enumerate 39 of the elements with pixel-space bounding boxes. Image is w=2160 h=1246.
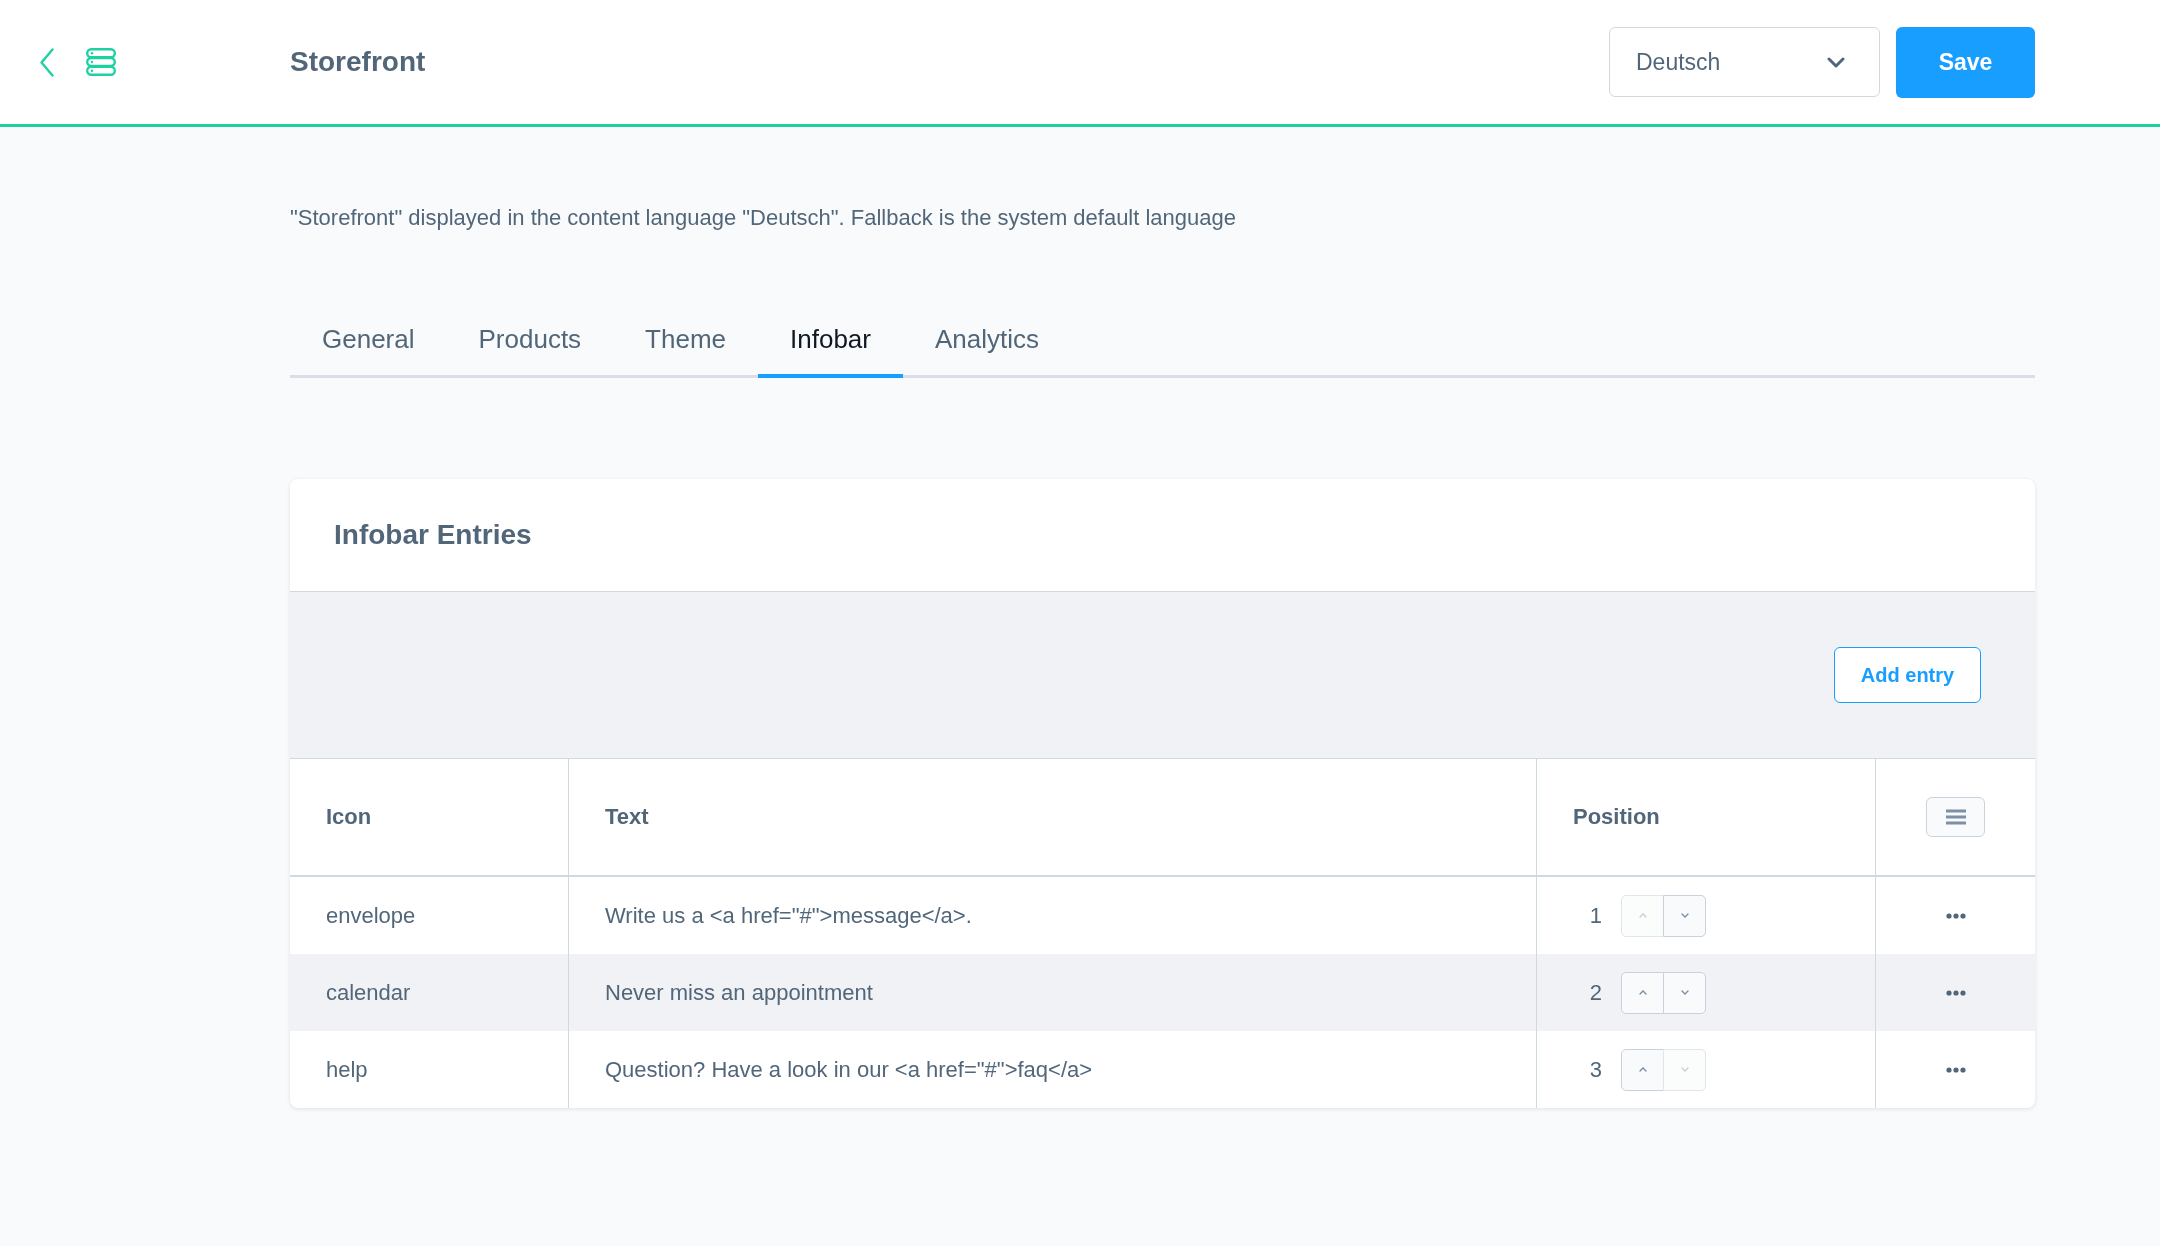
language-notice: "Storefront" displayed in the content language "Deutsch". Fallback is the system default language	[290, 204, 1238, 232]
menu-icon	[1945, 809, 1966, 825]
tab[interactable]: Infobar	[758, 304, 903, 378]
more-icon[interactable]	[1945, 989, 1966, 996]
chevron-down-icon	[1680, 1067, 1689, 1072]
card-title: Infobar Entries	[334, 519, 532, 551]
tab[interactable]: General	[290, 304, 447, 378]
move-up-button[interactable]	[1621, 1048, 1664, 1091]
more-icon[interactable]	[1945, 912, 1966, 919]
tab[interactable]: Analytics	[903, 304, 1072, 378]
tab[interactable]: Theme	[613, 304, 759, 378]
move-up-button[interactable]	[1621, 971, 1664, 1014]
table-cell: Question? Have a look in our <a href="#">faq</a>	[569, 1031, 1537, 1108]
chevron-up-icon	[1638, 1067, 1647, 1072]
position-value: 2	[1588, 979, 1602, 1006]
position-value: 1	[1588, 902, 1602, 929]
column-settings-button[interactable]	[1926, 797, 1985, 837]
position-value: 3	[1588, 1056, 1602, 1083]
save-button[interactable]: Save	[1896, 26, 2035, 98]
back-icon[interactable]	[40, 47, 54, 77]
table-cell: calendar	[290, 954, 569, 1031]
server-stack-icon	[86, 48, 116, 76]
column-header: Position	[1537, 759, 1876, 875]
chevron-down-icon	[1827, 56, 1845, 68]
chevron-down-icon	[1680, 990, 1689, 995]
chevron-up-icon	[1638, 990, 1647, 995]
add-entry-button[interactable]: Add entry	[1834, 647, 1981, 703]
table-cell: help	[290, 1031, 569, 1108]
chevron-down-icon	[1680, 913, 1689, 918]
column-header: Text	[569, 759, 1537, 875]
move-down-button[interactable]	[1663, 894, 1706, 937]
column-header: Icon	[290, 759, 569, 875]
move-down-button[interactable]	[1663, 971, 1706, 1014]
chevron-up-icon	[1638, 913, 1647, 918]
more-icon[interactable]	[1945, 1066, 1966, 1073]
table-cell: Never miss an appointment	[569, 954, 1537, 1031]
language-select[interactable]: Deutsch	[1609, 27, 1880, 97]
tab[interactable]: Products	[446, 304, 614, 378]
page-title: Storefront	[290, 46, 426, 78]
